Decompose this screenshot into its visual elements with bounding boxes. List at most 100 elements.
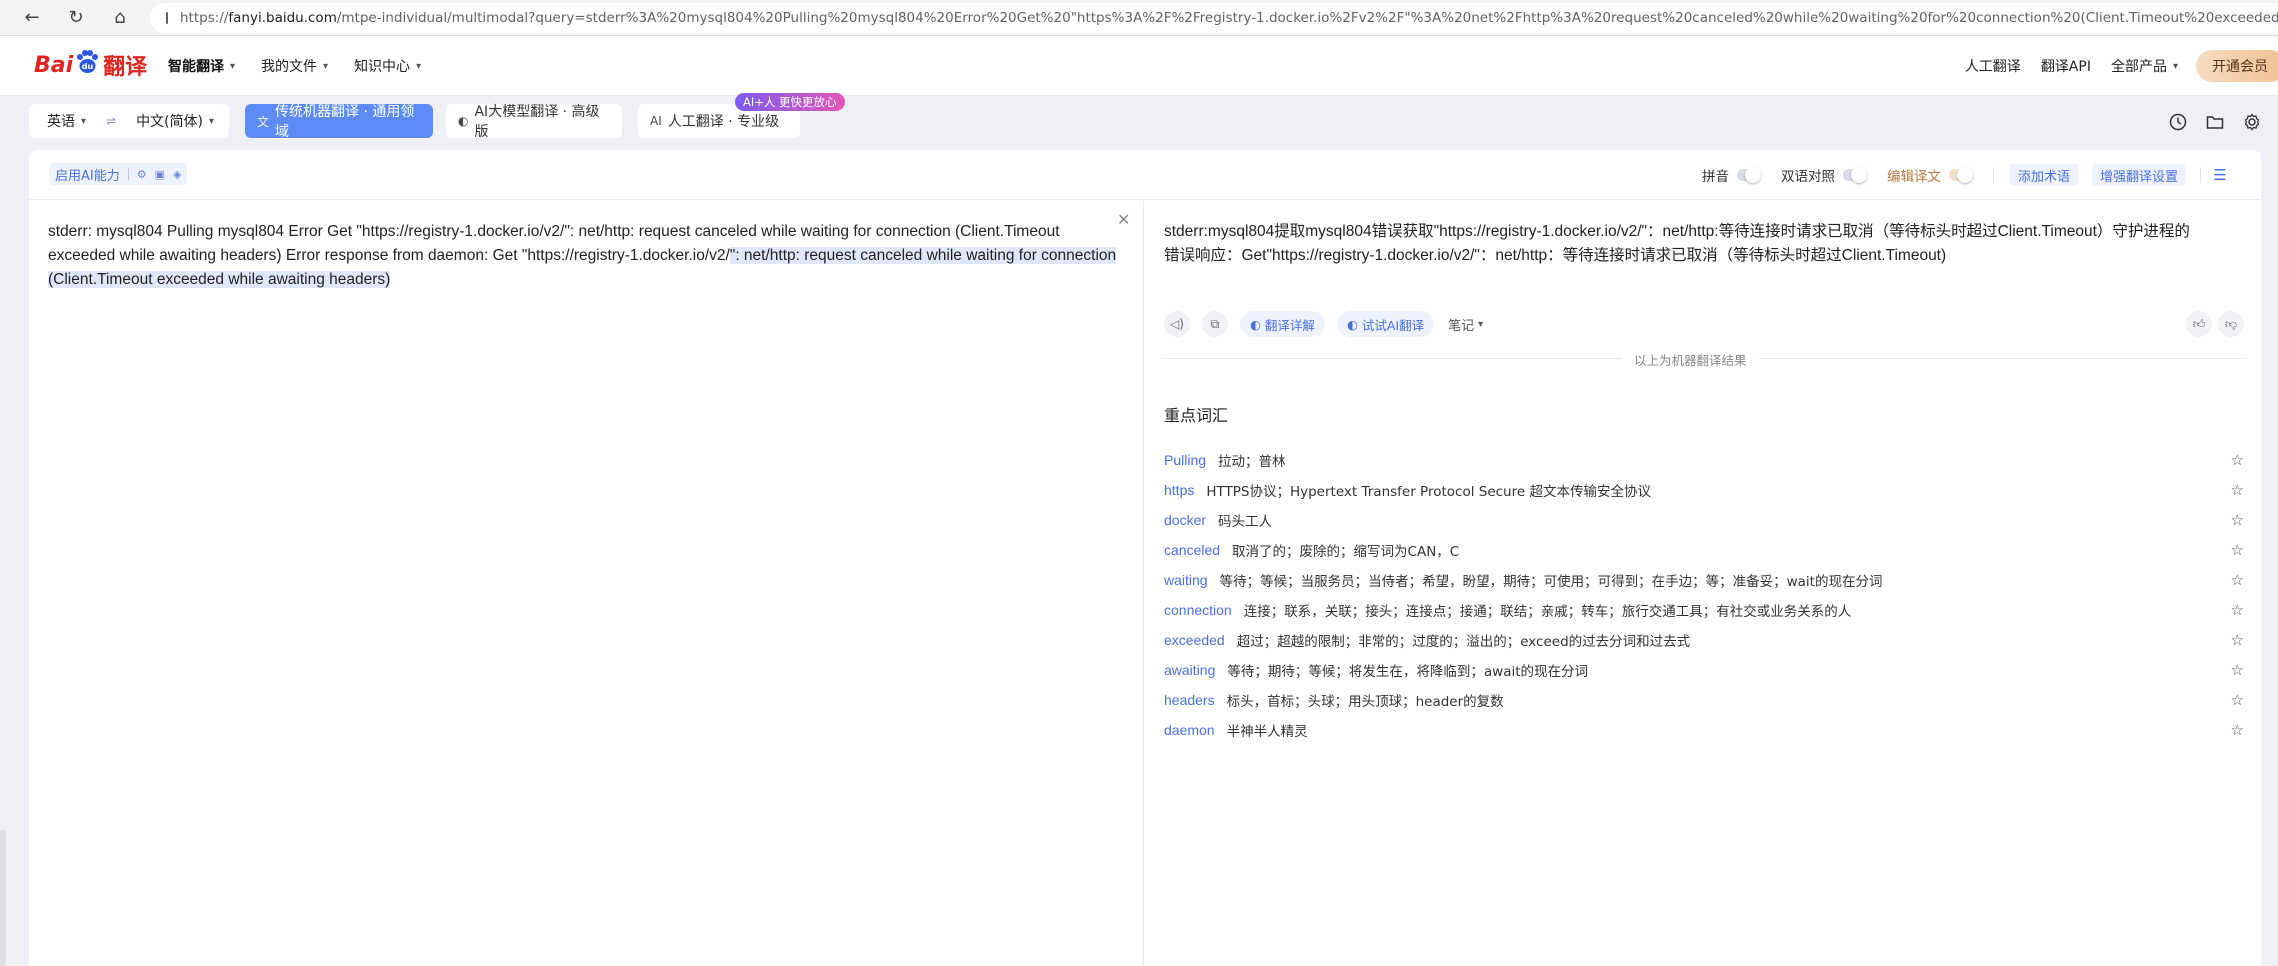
vocab-def: 半神半人精灵 — [1226, 724, 1308, 740]
notes-dropdown[interactable]: 笔记 ▾ — [1448, 315, 1483, 334]
star-icon[interactable]: ☆ — [2231, 661, 2244, 679]
source-pane: stderr: mysql804 Pulling mysql804 Error … — [29, 201, 1144, 966]
feedback-buttons: 👍︎ 👎︎ — [2186, 311, 2244, 337]
url-prefix: https:// — [180, 10, 229, 26]
vocab-def: 等待；等候；当服务员；当侍者；希望，盼望，期待；可使用；可得到；在手边；等；准备… — [1219, 574, 1883, 590]
vocab-def: 拉动；普林 — [1218, 454, 1286, 470]
bilingual-option[interactable]: 双语对照 — [1781, 165, 1867, 185]
target-text: stderr:mysql804提取mysql804错误获取"https://re… — [1164, 223, 2190, 264]
star-icon[interactable]: ☆ — [2231, 541, 2244, 559]
nav-smart-translate[interactable]: 智能翻译 ▾ — [168, 56, 235, 76]
vocab-word[interactable]: Pulling — [1164, 452, 1206, 468]
nav-api[interactable]: 翻译API — [2041, 56, 2091, 76]
caret-down-icon: ▾ — [230, 60, 236, 72]
vocab-word[interactable]: daemon — [1164, 722, 1215, 738]
vocab-word[interactable]: https — [1164, 482, 1194, 498]
vocab-word[interactable]: canceled — [1164, 542, 1220, 558]
translation-detail-button[interactable]: ◐ 翻译详解 — [1240, 311, 1325, 337]
ai-cube-icon[interactable]: ◈ — [173, 168, 181, 181]
copy-icon[interactable]: ⧉ — [1202, 311, 1228, 337]
vocab-row: daemon 半神半人精灵 ☆ — [1164, 715, 2244, 745]
ai-doc-icon[interactable]: ▣ — [155, 168, 165, 181]
edit-toggle[interactable] — [1949, 167, 1973, 183]
vocab-word[interactable]: exceeded — [1164, 632, 1225, 648]
star-icon[interactable]: ☆ — [2231, 571, 2244, 589]
swap-lang-icon[interactable]: ⇌ — [106, 114, 116, 128]
translation-panel: 启用AI能力 ⚙ ▣ ◈ 拼音 双语对照 编辑译文 添加术语 增强翻译设置 ☰ … — [29, 150, 2261, 966]
pinyin-option[interactable]: 拼音 — [1702, 165, 1761, 185]
vocab-row: exceeded 超过；超越的限制；非常的；过度的；溢出的；exceed的过去分词… — [1164, 625, 2244, 655]
enhance-settings-button[interactable]: 增强翻译设置 — [2092, 164, 2187, 186]
target-lang-label: 中文(简体) — [136, 114, 204, 130]
mode-ai-model-translate[interactable]: ◐ AI大模型翻译 · 高级版 — [446, 104, 622, 140]
target-pane: stderr:mysql804提取mysql804错误获取"https://re… — [1145, 201, 2261, 966]
menu-list-icon[interactable]: ☰ — [2209, 164, 2231, 186]
star-icon[interactable]: ☆ — [2231, 631, 2244, 649]
settings-gear-icon[interactable] — [2242, 112, 2262, 132]
ai-tool-icon[interactable]: ⚙ — [137, 168, 147, 181]
star-icon[interactable]: ☆ — [2231, 511, 2244, 529]
back-icon[interactable]: ← — [18, 4, 46, 32]
option-label: 双语对照 — [1781, 169, 1835, 185]
star-icon[interactable]: ☆ — [2231, 691, 2244, 709]
caret-down-icon: ▾ — [81, 115, 87, 127]
vip-button[interactable]: 开通会员 — [2196, 50, 2278, 82]
try-ai-translate-button[interactable]: ◐ 试试AI翻译 — [1336, 311, 1435, 337]
right-nav: 人工翻译 翻译API 全部产品 ▾ — [1965, 56, 2178, 76]
star-icon[interactable]: ☆ — [2231, 451, 2244, 469]
pinyin-toggle[interactable] — [1737, 167, 1761, 183]
ai-plus-icon: AI — [650, 114, 662, 128]
clear-text-icon[interactable]: ✕ — [1117, 210, 1130, 229]
vocab-list: Pulling 拉动；普林 ☆ https HTTPS协议；Hypertext Tra… — [1164, 445, 2244, 745]
nav-human-translate[interactable]: 人工翻译 — [1965, 56, 2021, 76]
ai-human-badge: AI+人 更快更放心 — [735, 93, 845, 111]
source-lang-label: 英语 — [47, 114, 75, 130]
nav-knowledge-center[interactable]: 知识中心 ▾ — [354, 56, 421, 76]
baidu-fanyi-logo[interactable]: Bai du 翻译 — [34, 48, 147, 82]
vocab-def: 标头，首标；头球；用头顶球；header的复数 — [1226, 694, 1504, 710]
caret-down-icon: ▾ — [1478, 318, 1484, 330]
edit-translation-option[interactable]: 编辑译文 — [1887, 165, 1973, 185]
source-lang-select[interactable]: 英语 ▾ — [47, 111, 86, 131]
mode-machine-translate[interactable]: 文传统机器翻译 · 通用领域 — [245, 104, 433, 140]
result-divider: 以上为机器翻译结果 — [1164, 350, 2244, 369]
vocab-word[interactable]: headers — [1164, 692, 1215, 708]
star-icon[interactable]: ☆ — [2231, 601, 2244, 619]
vocab-word[interactable]: waiting — [1164, 572, 1208, 588]
nav-label: 人工翻译 — [1964, 59, 2021, 75]
divider — [2200, 167, 2202, 183]
add-term-button[interactable]: 添加术语 — [2010, 164, 2079, 186]
star-icon[interactable]: ☆ — [2231, 481, 2244, 499]
thumbs-up-icon[interactable]: 👍︎ — [2186, 311, 2212, 337]
folder-icon[interactable] — [2205, 112, 2225, 132]
nav-all-products[interactable]: 全部产品 ▾ — [2111, 56, 2178, 76]
site-info-icon[interactable] — [166, 12, 168, 24]
mode-label: AI大模型翻译 · 高级版 — [474, 104, 600, 140]
source-text-input[interactable]: stderr: mysql804 Pulling mysql804 Error … — [48, 220, 1128, 292]
bilingual-toggle[interactable] — [1843, 167, 1867, 183]
language-selector: 英语 ▾ ⇌ 中文(简体) ▾ — [29, 104, 229, 138]
vocab-word[interactable]: awaiting — [1164, 662, 1215, 678]
speaker-icon[interactable]: ◁) — [1164, 311, 1190, 337]
vocab-row: https HTTPS协议；Hypertext Transfer Protocol… — [1164, 475, 2244, 505]
vocab-def: 取消了的；废除的；缩写词为CAN，C — [1232, 544, 1460, 560]
enable-ai-button[interactable]: 启用AI能力 ⚙ ▣ ◈ — [49, 163, 188, 185]
home-icon[interactable]: ⌂ — [106, 4, 134, 32]
vocab-def: 等待；期待；等候；将发生在，将降临到；await的现在分词 — [1227, 664, 1589, 680]
window-edge — [0, 830, 6, 966]
caret-down-icon: ▾ — [209, 115, 215, 127]
svg-text:du: du — [82, 62, 94, 71]
target-lang-select[interactable]: 中文(简体) ▾ — [136, 111, 214, 131]
vocab-word[interactable]: docker — [1164, 512, 1206, 528]
display-options: 拼音 双语对照 编辑译文 添加术语 增强翻译设置 ☰ — [1702, 164, 2231, 186]
mode-label: 人工翻译 · 专业级 — [667, 114, 780, 130]
thumbs-down-icon[interactable]: 👎︎ — [2218, 311, 2244, 337]
vocab-word[interactable]: connection — [1164, 602, 1232, 618]
history-icon[interactable] — [2168, 112, 2188, 132]
nav-my-files[interactable]: 我的文件 ▾ — [261, 56, 328, 76]
address-bar[interactable]: https://fanyi.baidu.com/mtpe-individual/… — [150, 3, 2278, 33]
reload-icon[interactable]: ↻ — [62, 4, 90, 32]
star-icon[interactable]: ☆ — [2231, 721, 2244, 739]
result-actions: ◁) ⧉ ◐ 翻译详解 ◐ 试试AI翻译 笔记 ▾ 👍︎ 👎︎ — [1164, 309, 2244, 339]
nav-label: 我的文件 — [261, 59, 318, 75]
